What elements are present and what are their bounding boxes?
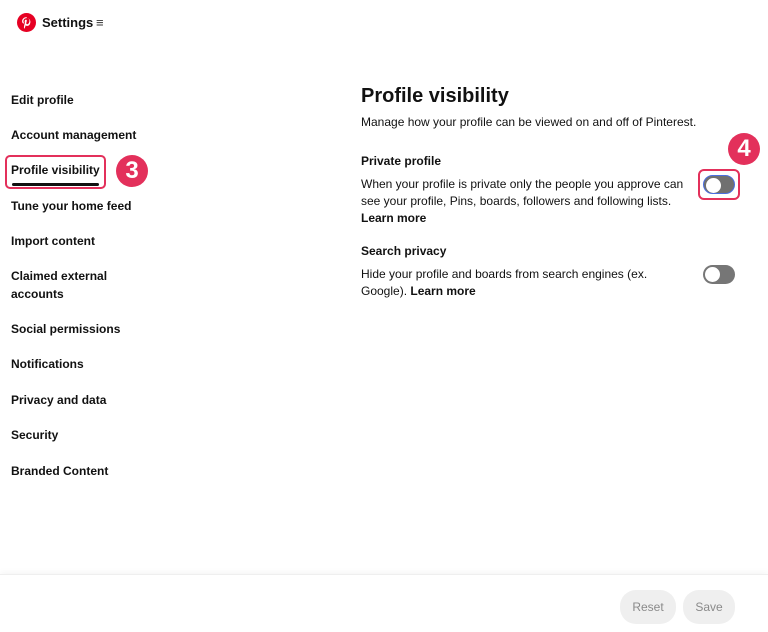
sidebar-item-branded-content[interactable]: Branded Content	[11, 462, 161, 480]
private-profile-description-text: When your profile is private only the pe…	[361, 177, 684, 208]
page-title: Profile visibility	[361, 85, 509, 107]
toggle-knob	[705, 267, 720, 282]
sidebar-item-security[interactable]: Security	[11, 426, 161, 444]
private-profile-title: Private profile	[361, 154, 442, 168]
step-3-badge: 3	[116, 155, 148, 187]
page-subtitle: Manage how your profile can be viewed on…	[361, 115, 697, 129]
step-3-highlight	[5, 155, 106, 189]
toggle-knob	[706, 178, 721, 193]
reset-button[interactable]: Reset	[620, 590, 676, 624]
step-4-badge: 4	[728, 133, 760, 165]
search-privacy-toggle[interactable]	[703, 265, 735, 284]
sidebar-item-social-permissions[interactable]: Social permissions	[11, 320, 161, 338]
save-button[interactable]: Save	[683, 590, 735, 624]
search-privacy-learn-more-link[interactable]: Learn more	[410, 284, 475, 298]
sidebar-item-import-content[interactable]: Import content	[11, 232, 161, 250]
sidebar-item-account-management[interactable]: Account management	[11, 126, 161, 144]
private-profile-learn-more-link[interactable]: Learn more	[361, 211, 426, 225]
hamburger-menu-icon[interactable]: ≡	[96, 15, 106, 31]
sidebar-item-privacy-and-data[interactable]: Privacy and data	[11, 391, 161, 409]
search-privacy-title: Search privacy	[361, 244, 447, 258]
sidebar-item-claimed-external-accounts[interactable]: Claimed external accounts	[11, 267, 121, 303]
search-privacy-description: Hide your profile and boards from search…	[361, 266, 666, 300]
private-profile-toggle[interactable]	[703, 175, 735, 194]
sidebar-item-tune-home-feed[interactable]: Tune your home feed	[11, 197, 161, 215]
sidebar-item-notifications[interactable]: Notifications	[11, 355, 161, 373]
top-bar: Settings ≡	[0, 0, 768, 44]
pinterest-logo-icon[interactable]	[17, 13, 36, 32]
sidebar-item-edit-profile[interactable]: Edit profile	[11, 91, 161, 109]
private-profile-description: When your profile is private only the pe…	[361, 176, 691, 227]
search-privacy-description-text: Hide your profile and boards from search…	[361, 267, 648, 298]
app-title: Settings	[42, 15, 94, 30]
